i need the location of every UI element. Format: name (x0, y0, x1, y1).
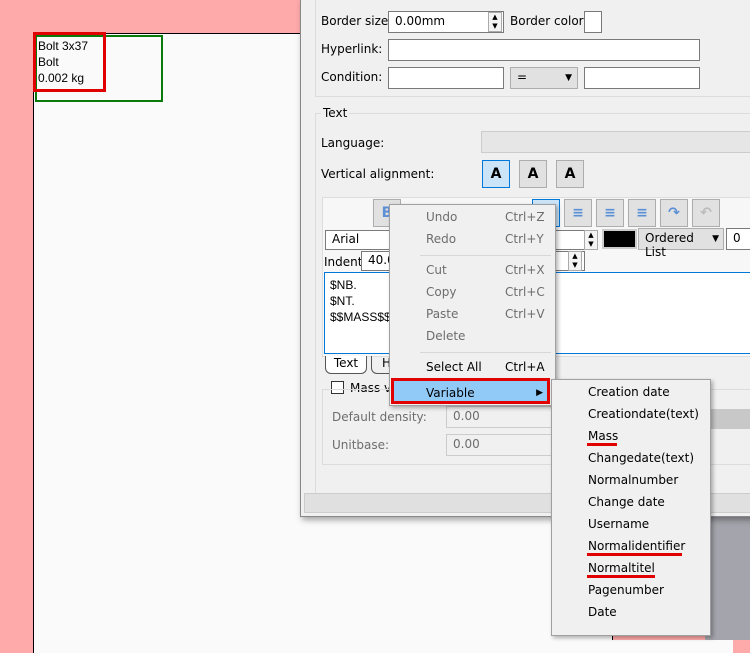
language-label: Language: (321, 136, 385, 150)
menu-item-copy[interactable]: Copy Ctrl+C (390, 281, 555, 303)
redo-icon[interactable]: ↶ (692, 199, 720, 227)
default-density-input[interactable]: 0.00 (446, 406, 552, 428)
chevron-down-icon: ▼ (712, 234, 719, 244)
language-select[interactable] (481, 131, 750, 153)
context-menu: Undo Ctrl+Z Redo Ctrl+Y Cut Ctrl+X Copy Ctrl… (389, 204, 556, 406)
menu-item-undo[interactable]: Undo Ctrl+Z (390, 206, 555, 228)
submenu-item[interactable]: Username (552, 513, 710, 535)
border-color-label: Border color: (510, 14, 588, 28)
text-group-label: Text (321, 106, 350, 120)
chevron-down-icon: ▼ (565, 73, 572, 83)
tab-text[interactable]: Text (325, 356, 367, 374)
hyperlink-input[interactable] (388, 39, 700, 61)
list-value-input[interactable]: 0 (726, 228, 750, 250)
menu-item-redo[interactable]: Redo Ctrl+Y (390, 228, 555, 250)
submenu-item[interactable]: Creationdate(text) (552, 403, 710, 425)
align-top-button[interactable]: A (482, 160, 510, 188)
submenu-item-mass[interactable]: Mass (552, 425, 710, 447)
text-color-swatch[interactable] (602, 229, 637, 249)
submenu-item[interactable]: Normalnumber (552, 469, 710, 491)
border-color-swatch[interactable] (584, 11, 602, 33)
unitbase-input[interactable]: 0.00 (446, 434, 552, 456)
border-size-label: Border size: (321, 14, 393, 28)
menu-item-select-all[interactable]: Select All Ctrl+A (390, 356, 555, 378)
undo-icon[interactable]: ↷ (660, 199, 688, 227)
unitbase-label: Unitbase: (332, 438, 390, 452)
red-underline (587, 575, 655, 578)
font-size-spinner[interactable]: ▲ ▼ (584, 230, 598, 250)
variable-submenu: Creation date Creationdate(text) Mass Ch… (551, 379, 711, 636)
border-size-spinner[interactable]: ▲ ▼ (488, 12, 502, 32)
border-size-input[interactable]: 0.00mm (388, 11, 504, 33)
default-density-label: Default density: (332, 410, 427, 424)
highlight-box (33, 32, 106, 92)
condition-left-input[interactable] (388, 67, 504, 89)
condition-operator-select[interactable]: = ▼ (510, 67, 578, 89)
align-center-button[interactable]: ≡ (564, 199, 592, 227)
list-type-select[interactable]: Ordered List ▼ (638, 228, 724, 259)
menu-item-cut[interactable]: Cut Ctrl+X (390, 259, 555, 281)
align-right-button[interactable]: ≡ (628, 199, 656, 227)
submenu-item[interactable]: Date (552, 601, 710, 623)
vertical-alignment-label: Vertical alignment: (321, 167, 435, 181)
submenu-item[interactable]: Change date (552, 491, 710, 513)
menu-item-paste[interactable]: Paste Ctrl+V (390, 303, 555, 325)
condition-right-input[interactable] (584, 67, 700, 89)
condition-label: Condition: (321, 70, 383, 84)
justify-button[interactable]: ≡ (596, 199, 624, 227)
submenu-arrow-icon: ▶ (536, 388, 543, 398)
workspace-background (705, 515, 750, 640)
menu-item-variable[interactable]: Variable ▶ (391, 378, 550, 404)
menu-item-delete[interactable]: Delete (390, 325, 555, 347)
red-underline (587, 553, 682, 556)
hyperlink-label: Hyperlink: (321, 42, 383, 56)
submenu-item[interactable]: Creation date (552, 381, 710, 403)
submenu-item[interactable]: Pagenumber (552, 579, 710, 601)
indent-spinner[interactable]: ▲ ▼ (568, 251, 582, 271)
align-middle-button[interactable]: A (519, 160, 547, 188)
red-underline (587, 443, 617, 446)
align-bottom-button[interactable]: A (556, 160, 584, 188)
submenu-item[interactable]: Changedate(text) (552, 447, 710, 469)
